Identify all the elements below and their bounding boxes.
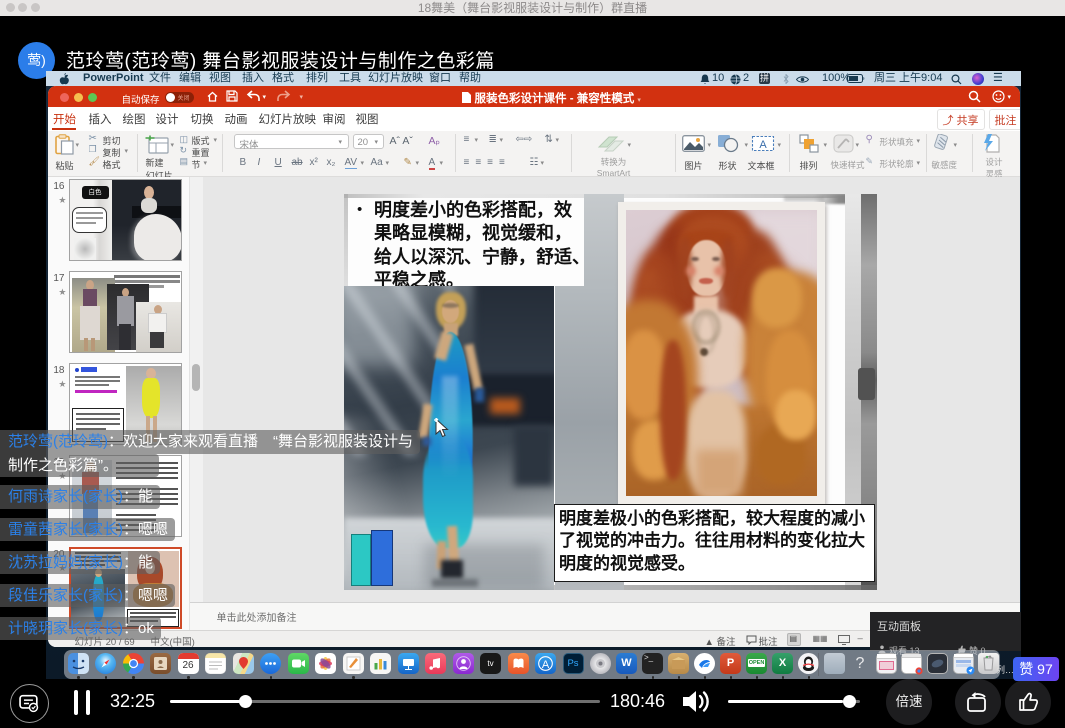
svg-text:A: A: [759, 139, 767, 151]
